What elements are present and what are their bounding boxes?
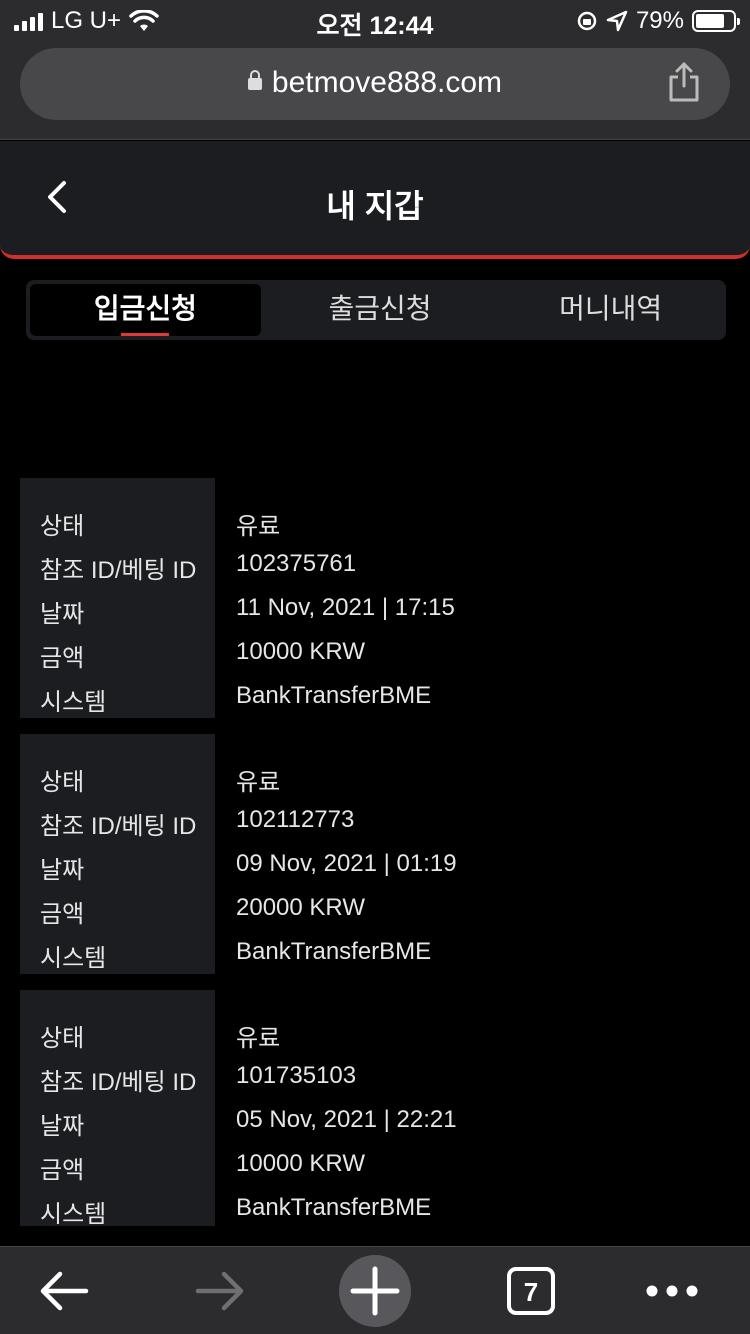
label-amount: 금액 xyxy=(40,1157,85,1184)
tab-money-history[interactable]: 머니내역 xyxy=(495,280,726,340)
deposit-record: 상태 참조 ID/베팅 ID 날짜 금액 시스템 유료 102112773 09… xyxy=(20,734,730,974)
value-ref-id: 101735103 xyxy=(236,1062,357,1089)
share-icon[interactable] xyxy=(666,62,702,102)
label-amount: 금액 xyxy=(40,901,85,928)
status-bar: LG U+ 오전 12:44 79% xyxy=(0,0,750,40)
browser-back-icon[interactable] xyxy=(34,1261,94,1321)
value-status: 유료 xyxy=(236,769,281,796)
battery-icon xyxy=(692,10,740,32)
lock-icon xyxy=(247,70,262,90)
plus-icon xyxy=(350,1266,400,1316)
status-right: 79% xyxy=(576,7,740,35)
value-status: 유료 xyxy=(236,1025,281,1052)
tabs-button[interactable]: 7 xyxy=(501,1261,561,1321)
label-status: 상태 xyxy=(40,513,85,540)
value-amount: 10000 KRW xyxy=(236,1150,365,1177)
label-system: 시스템 xyxy=(40,1201,107,1228)
wallet-tabs: 입금신청 출금신청 머니내역 xyxy=(26,280,726,340)
address-bar[interactable]: betmove888.com xyxy=(20,48,730,120)
label-amount: 금액 xyxy=(40,645,85,672)
label-ref-id: 참조 ID/베팅 ID xyxy=(40,1069,197,1096)
browser-toolbar: 7 xyxy=(0,1246,750,1334)
location-arrow-icon xyxy=(606,10,628,32)
orientation-lock-icon xyxy=(577,11,597,31)
label-ref-id: 참조 ID/베팅 ID xyxy=(40,813,197,840)
value-system: BankTransferBME xyxy=(236,1194,432,1221)
tabs-count: 7 xyxy=(523,1277,539,1307)
value-date: 09 Nov, 2021 | 01:19 xyxy=(236,850,457,877)
value-amount: 20000 KRW xyxy=(236,894,365,921)
browser-address-area: betmove888.com xyxy=(0,40,750,140)
page-header: 내 지갑 xyxy=(0,141,750,259)
value-date: 11 Nov, 2021 | 17:15 xyxy=(236,594,455,621)
label-date: 날짜 xyxy=(40,857,85,884)
tab-withdraw-request[interactable]: 출금신청 xyxy=(265,280,496,340)
label-date: 날짜 xyxy=(40,601,85,628)
battery-percent: 79% xyxy=(635,7,684,34)
value-ref-id: 102112773 xyxy=(236,806,355,833)
url-display[interactable]: betmove888.com xyxy=(20,66,730,100)
value-ref-id: 102375761 xyxy=(236,550,357,577)
label-system: 시스템 xyxy=(40,945,107,972)
label-system: 시스템 xyxy=(40,689,107,716)
label-status: 상태 xyxy=(40,769,85,796)
value-system: BankTransferBME xyxy=(236,682,432,709)
value-status: 유료 xyxy=(236,513,281,540)
page-title: 내 지갑 xyxy=(326,188,424,224)
value-system: BankTransferBME xyxy=(236,938,432,965)
label-status: 상태 xyxy=(40,1025,85,1052)
deposit-record: 상태 참조 ID/베팅 ID 날짜 금액 시스템 유료 101735103 05… xyxy=(20,990,730,1230)
deposit-record: 상태 참조 ID/베팅 ID 날짜 금액 시스템 유료 102375761 11… xyxy=(20,478,730,718)
url-text: betmove888.com xyxy=(271,66,503,99)
new-tab-button[interactable] xyxy=(339,1255,411,1327)
value-amount: 10000 KRW xyxy=(236,638,365,665)
more-icon[interactable] xyxy=(642,1261,702,1321)
tab-deposit-request[interactable]: 입금신청 xyxy=(30,284,261,336)
browser-forward-icon[interactable] xyxy=(190,1261,250,1321)
label-date: 날짜 xyxy=(40,1113,85,1140)
value-date: 05 Nov, 2021 | 22:21 xyxy=(236,1106,457,1133)
label-ref-id: 참조 ID/베팅 ID xyxy=(40,557,197,584)
